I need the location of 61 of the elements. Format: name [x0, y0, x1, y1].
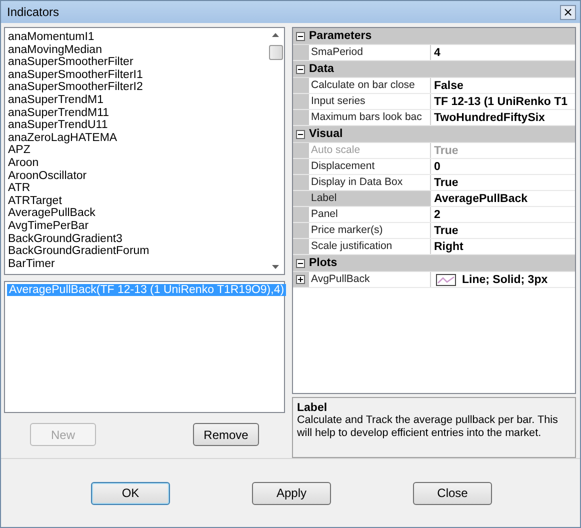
dialog-button[interactable]: Close [413, 482, 492, 504]
close-button[interactable]: × [560, 4, 576, 20]
property-value[interactable]: 4 [434, 46, 440, 58]
list-item[interactable]: anaSuperTrendU11 [8, 119, 267, 132]
list-button[interactable]: Remove [193, 423, 259, 446]
property-value[interactable]: 2 [434, 208, 440, 220]
property-value[interactable]: Line; Solid; 3px [462, 274, 548, 286]
property-name[interactable]: Label [309, 191, 431, 206]
collapse-icon[interactable] [296, 130, 305, 138]
property-value[interactable]: TF 12-13 (1 UniRenko T1 [434, 96, 568, 108]
scroll-up-icon[interactable] [272, 33, 279, 37]
property-value[interactable]: True [434, 224, 458, 236]
property-value[interactable]: AveragePullBack [434, 192, 528, 204]
property-value[interactable]: True [434, 176, 458, 188]
property-name[interactable]: Scale justification [309, 239, 431, 254]
property-name[interactable]: Calculate on bar close [309, 78, 431, 93]
property-name[interactable]: Display in Data Box [309, 175, 431, 190]
scroll-down-icon[interactable] [272, 265, 279, 269]
property-name[interactable]: Input series [309, 94, 431, 109]
property-value[interactable]: TwoHundredFiftySix [434, 112, 545, 124]
property-name[interactable]: Displacement [309, 159, 431, 174]
category-header: Visual [309, 128, 343, 140]
list-item[interactable]: anaZeroLagHATEMA [8, 132, 267, 144]
dialog-button[interactable]: Apply [252, 482, 331, 504]
property-value[interactable]: False [434, 80, 464, 92]
list-item[interactable]: ATRTarget [8, 194, 267, 208]
collapse-icon[interactable] [296, 64, 305, 74]
category-header: Parameters [309, 30, 372, 42]
list-item[interactable]: BarTimer [8, 258, 267, 270]
list-item[interactable]: AroonOscillator [8, 170, 267, 182]
description-title: Label [297, 402, 328, 414]
list-item[interactable]: anaSuperTrendM1 [8, 94, 267, 107]
property-name[interactable]: AvgPullBack [309, 272, 431, 287]
list-item[interactable]: anaSuperSmootherFilter [8, 56, 267, 69]
dialog-button[interactable]: OK [91, 482, 170, 504]
property-name[interactable]: Panel [309, 207, 431, 222]
collapse-icon[interactable] [296, 258, 305, 268]
list-item[interactable]: AveragePullBack [8, 207, 267, 220]
property-name[interactable]: Maximum bars look bac [309, 110, 431, 125]
list-item[interactable]: anaMomentumI1 [8, 31, 267, 44]
property-name[interactable]: SmaPeriod [309, 45, 431, 60]
list-item[interactable]: anaMovingMedian [8, 44, 267, 56]
list-item[interactable]: BackGroundGradient3 [8, 232, 267, 246]
list-item[interactable]: AvgTimePerBar [8, 220, 267, 232]
scroll-thumb[interactable] [268, 45, 282, 60]
expand-icon[interactable] [296, 275, 305, 284]
category-header: Data [309, 63, 334, 75]
property-value[interactable]: 0 [434, 160, 440, 172]
list-item[interactable]: anaSuperSmootherFilterI2 [8, 81, 267, 94]
list-item[interactable]: ATR [8, 182, 267, 195]
category-header: Plots [309, 257, 338, 269]
list-item[interactable]: anaSuperSmootherFilterI1 [8, 68, 267, 82]
list-item[interactable]: Aroon [8, 156, 267, 170]
window-title: Indicators [7, 5, 60, 19]
list-item[interactable]: BackGroundGradientForum [8, 245, 267, 258]
list-item[interactable]: anaSuperTrendM11 [8, 106, 267, 120]
list-item[interactable]: APZ [8, 144, 267, 157]
property-value[interactable]: Right [434, 240, 464, 252]
property-name[interactable]: Price marker(s) [309, 223, 431, 238]
collapse-icon[interactable] [296, 32, 305, 40]
description-text: Calculate and Track the average pullback per bar. This will help to develop efficient entries into the market. [297, 414, 559, 440]
